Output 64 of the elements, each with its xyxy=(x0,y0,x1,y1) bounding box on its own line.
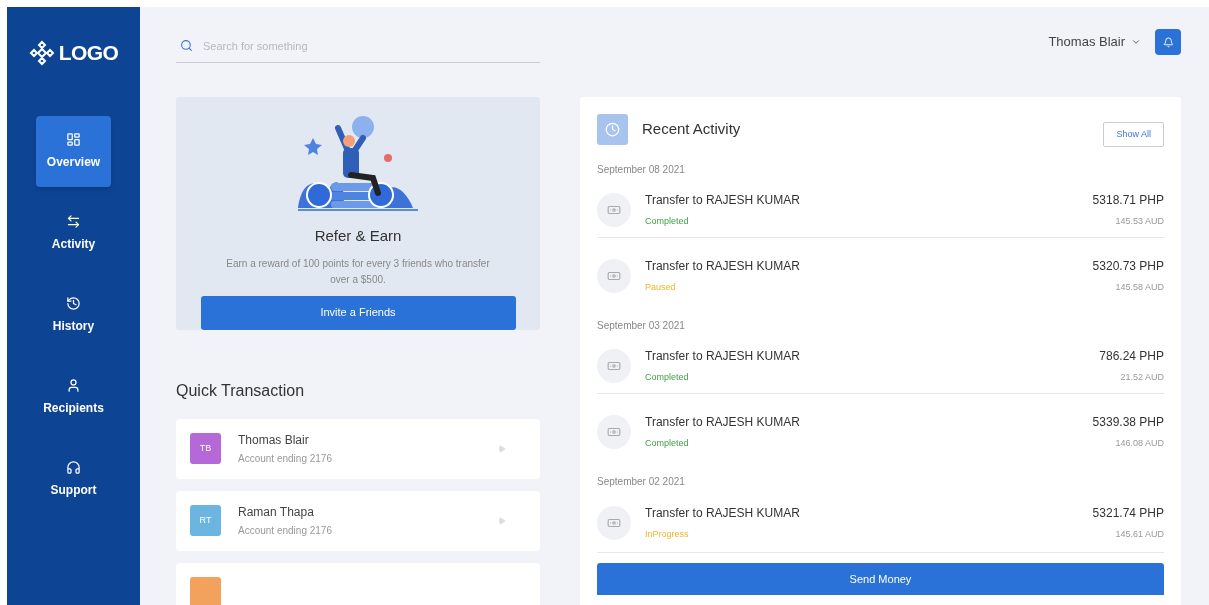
money-icon xyxy=(597,349,631,383)
nav-item[interactable]: Overview xyxy=(36,115,111,187)
notification-button[interactable] xyxy=(1155,29,1181,55)
transfer-amount: 5321.74 PHP xyxy=(1092,504,1164,522)
refer-description: Earn a reward of 100 points for every 3 friends who transfer over a $500. xyxy=(225,256,491,287)
headset-icon xyxy=(66,459,81,475)
user-icon xyxy=(66,377,81,393)
nav-item[interactable]: Support xyxy=(36,443,111,515)
contact-name: Thomas Blair xyxy=(238,432,310,449)
transfer-amount: 5339.38 PHP xyxy=(1092,413,1164,431)
transfer-status: Completed xyxy=(645,436,689,450)
transfer-status: Paused xyxy=(645,280,676,294)
transfer-status: InProgress xyxy=(645,527,689,541)
date-heading: September 02 2021 xyxy=(597,475,686,489)
contact-name: Raman Thapa xyxy=(238,504,315,521)
activity-title: Recent Activity xyxy=(642,119,741,140)
search-icon xyxy=(180,39,193,52)
transfer-title: Transfer to RAJESH KUMAR xyxy=(645,348,801,366)
arrows-icon xyxy=(66,213,81,229)
transfer-title: Transfer to RAJESH KUMAR xyxy=(645,257,801,275)
transfer-status: Completed xyxy=(645,371,689,385)
money-icon xyxy=(597,193,631,227)
transfer-title: Transfer to RAJESH KUMAR xyxy=(645,504,801,522)
invite-button[interactable]: Invite a Friends xyxy=(200,295,516,330)
date-heading: September 08 2021 xyxy=(597,163,686,177)
nav-item[interactable]: History xyxy=(36,279,111,351)
contact-account: Account ending 2176 xyxy=(238,524,333,538)
transfer-amount: 786.24 PHP xyxy=(1099,348,1164,366)
search-field[interactable]: Search for something xyxy=(203,29,536,62)
money-icon xyxy=(597,258,631,293)
refer-title: Refer & Earn xyxy=(314,226,402,246)
contact-avatar: TB xyxy=(190,433,221,464)
history-icon xyxy=(66,295,81,311)
converted-amount: 146.08 AUD xyxy=(1115,436,1164,450)
converted-amount: 21.52 AUD xyxy=(1120,371,1164,385)
dashboard-icon xyxy=(66,131,81,147)
converted-amount: 145.53 AUD xyxy=(1115,215,1164,229)
transfer-status: Completed xyxy=(645,215,689,229)
caret-icon xyxy=(1131,37,1141,47)
history-icon xyxy=(597,114,628,145)
converted-amount: 145.58 AUD xyxy=(1115,280,1164,294)
bell-icon xyxy=(1162,36,1174,48)
logo-icon xyxy=(28,39,55,66)
contact-account: Account ending 2176 xyxy=(238,452,333,466)
money-icon xyxy=(597,414,631,449)
transfer-title: Transfer to RAJESH KUMAR xyxy=(645,413,801,431)
transfer-amount: 5318.71 PHP xyxy=(1092,192,1164,210)
money-icon xyxy=(597,505,631,540)
nav-item[interactable]: Recipients xyxy=(36,361,111,433)
logo-text: LOGO xyxy=(58,40,119,66)
transfer-title: Transfer to RAJESH KUMAR xyxy=(645,192,801,210)
contact-card[interactable]: RT Raman Thapa Account ending 2176 xyxy=(176,490,540,551)
contact-card[interactable]: TB Thomas Blair Account ending 2176 xyxy=(176,418,540,479)
converted-amount: 145.61 AUD xyxy=(1115,527,1164,541)
nav-item[interactable]: Activity xyxy=(36,197,111,269)
contact-avatar: RT xyxy=(190,505,221,536)
transfer-amount: 5320.73 PHP xyxy=(1092,257,1164,275)
date-heading: September 03 2021 xyxy=(597,319,686,333)
chevron-icon xyxy=(498,444,506,453)
user-menu[interactable]: Thomas Blair xyxy=(1048,32,1141,52)
chevron-icon xyxy=(498,516,506,525)
send-money-button[interactable]: Send Money xyxy=(597,563,1164,595)
show-all-button[interactable]: Show All xyxy=(1103,122,1164,147)
quick-transaction-title: Quick Transaction xyxy=(176,380,306,401)
